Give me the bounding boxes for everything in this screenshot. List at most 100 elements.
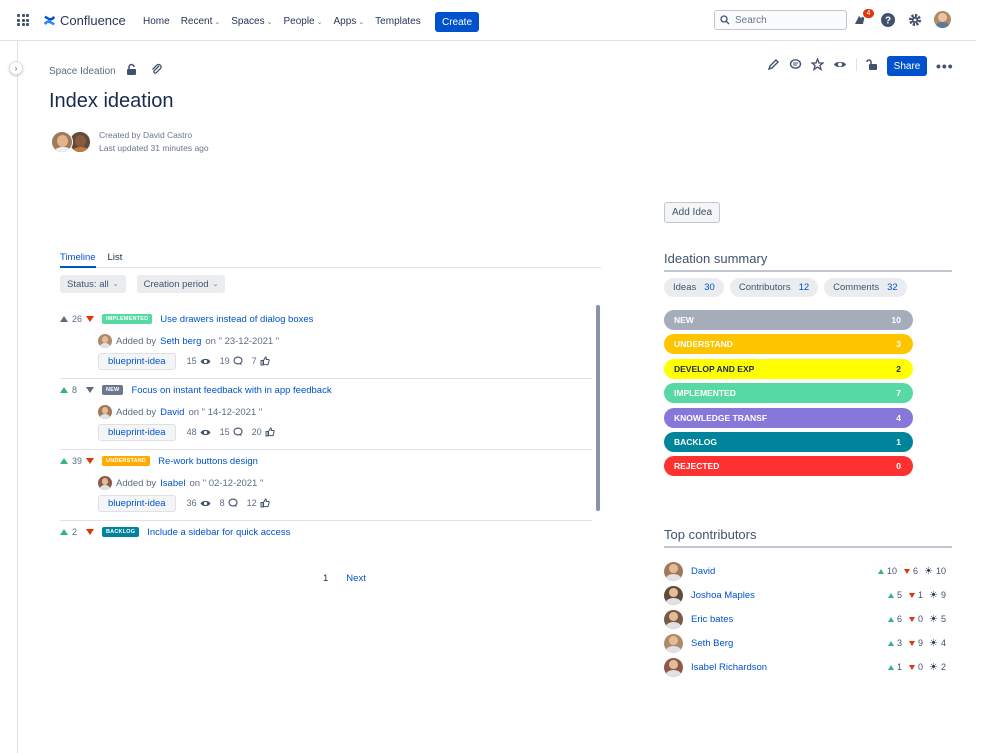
idea-stats: blueprint-idea 48 15 20 xyxy=(98,423,592,445)
author-avatar[interactable] xyxy=(98,334,112,348)
pill-label: Contributors xyxy=(738,282,791,293)
filter-dropdown[interactable]: Status: all ⌄ xyxy=(60,275,126,293)
app-name: Confluence xyxy=(60,13,126,28)
tab-list[interactable]: List xyxy=(108,252,123,268)
author-avatar[interactable] xyxy=(98,476,112,490)
author-link[interactable]: Isabel xyxy=(160,478,185,489)
status-bar[interactable]: NEW 10 xyxy=(664,310,913,330)
status-bar[interactable]: DEVELOP AND EXP 2 xyxy=(664,358,913,379)
label-tag[interactable]: blueprint-idea xyxy=(98,494,176,512)
upvote-arrow-icon[interactable] xyxy=(60,458,68,464)
nav-item-templates[interactable]: Templates xyxy=(375,16,421,27)
share-button[interactable]: Share xyxy=(887,56,927,76)
downvote-arrow-icon[interactable] xyxy=(86,458,95,464)
author-link[interactable]: David xyxy=(160,407,184,418)
contributor-avatar[interactable] xyxy=(664,657,683,677)
add-idea-button[interactable]: Add Idea xyxy=(664,202,720,223)
author-link[interactable]: Seth berg xyxy=(160,336,201,347)
status-bar[interactable]: IMPLEMENTED 7 xyxy=(664,383,913,404)
idea-title-link[interactable]: Re-work buttons design xyxy=(158,456,258,467)
breadcrumb-icons xyxy=(125,63,163,76)
restrictions-unlock-icon[interactable] xyxy=(866,58,879,71)
comment-bubble-icon xyxy=(228,498,238,508)
expand-sidebar-chevron-icon[interactable]: › xyxy=(9,61,23,75)
contributor-name-link[interactable]: Seth Berg xyxy=(691,638,884,649)
upvote-arrow-icon[interactable] xyxy=(60,387,68,393)
app-switcher-icon[interactable] xyxy=(17,14,29,26)
upvote-arrow-icon[interactable] xyxy=(60,529,68,535)
nav-item-spaces[interactable]: Spaces ⌄ xyxy=(231,16,272,27)
breadcrumb[interactable]: Space Ideation xyxy=(49,66,116,77)
create-button[interactable]: Create xyxy=(435,12,479,32)
idea-title-link[interactable]: Focus on instant feedback with in app fe… xyxy=(131,385,331,396)
contributor-stats: 6 0 ☀ 5 xyxy=(884,614,946,625)
settings-gear-icon[interactable] xyxy=(907,12,923,28)
idea-list: 26 IMPLEMENTED Use drawers instead of dial… xyxy=(60,308,592,543)
author-avatar[interactable] xyxy=(98,405,112,419)
contributor-avatar[interactable] xyxy=(664,561,683,581)
contributor-avatar[interactable] xyxy=(664,633,683,653)
status-bar[interactable]: REJECTED 0 xyxy=(664,456,913,477)
search-input[interactable]: Search xyxy=(714,10,847,30)
nav-item-label: Spaces xyxy=(231,16,265,27)
status-bar[interactable]: KNOWLEDGE TRANSF 4 xyxy=(664,407,913,428)
filter-dropdown[interactable]: Creation period ⌄ xyxy=(136,275,226,293)
contributor-avatar[interactable] xyxy=(664,585,683,605)
comments-count: 15 xyxy=(219,427,230,437)
status-bar[interactable]: UNDERSTAND 3 xyxy=(664,334,913,355)
contributor-avatar[interactable] xyxy=(664,609,683,629)
contributor-name-link[interactable]: Isabel Richardson xyxy=(691,662,884,673)
summary-pills: Ideas 30 Contributors 12 Comments 32 xyxy=(664,278,907,297)
current-page[interactable]: 1 xyxy=(323,573,328,584)
upvote-arrow-icon[interactable] xyxy=(60,316,68,322)
star-icon[interactable] xyxy=(811,58,824,71)
added-by-prefix: Added by xyxy=(116,477,157,489)
status-bar[interactable]: BACKLOG 1 xyxy=(664,431,913,452)
contributor-row: Joshoa Maples 5 1 ☀ 9 xyxy=(664,583,946,607)
status-label: NEW xyxy=(674,315,694,325)
user-avatar[interactable] xyxy=(934,11,951,28)
contributor-name-link[interactable]: Eric bates xyxy=(691,614,884,625)
unlock-icon[interactable] xyxy=(125,63,138,76)
nav-item-people[interactable]: People ⌄ xyxy=(283,16,322,27)
downvote-arrow-icon[interactable] xyxy=(86,529,94,535)
next-page-link[interactable]: Next xyxy=(346,573,366,584)
idea-stats: blueprint-idea 15 19 7 xyxy=(98,352,592,374)
search-icon xyxy=(720,15,730,25)
downvotes-count: 0 xyxy=(918,614,924,624)
downvote-arrow-icon[interactable] xyxy=(86,316,95,322)
comment-icon[interactable] xyxy=(789,58,802,71)
downvotes-count: 6 xyxy=(913,566,919,576)
comments-stat: 19 xyxy=(220,356,243,366)
nav-item-home[interactable]: Home xyxy=(143,16,170,27)
attachment-icon[interactable] xyxy=(150,63,163,76)
confluence-logo[interactable]: Confluence xyxy=(43,13,126,28)
label-tag[interactable]: blueprint-idea xyxy=(98,423,176,441)
status-label: IMPLEMENTED xyxy=(674,388,736,399)
edit-pencil-icon[interactable] xyxy=(767,58,780,71)
eye-icon xyxy=(200,429,211,435)
contributor-name-link[interactable]: David xyxy=(691,566,874,577)
idea-bulb-icon: ☀ xyxy=(929,661,938,673)
watch-eye-icon[interactable] xyxy=(833,58,847,71)
status-count: 3 xyxy=(896,339,901,350)
idea-title-link[interactable]: Include a sidebar for quick access xyxy=(147,527,290,538)
downvote-arrow-icon[interactable] xyxy=(86,387,94,393)
status-lozenge: BACKLOG xyxy=(102,527,140,537)
help-icon[interactable]: ? xyxy=(880,12,896,28)
nav-item-recent[interactable]: Recent ⌄ xyxy=(181,16,221,27)
contributor-name-link[interactable]: Joshoa Maples xyxy=(691,590,884,601)
upvotes-count: 1 xyxy=(896,662,902,672)
idea-title-link[interactable]: Use drawers instead of dialog boxes xyxy=(160,314,313,325)
primary-nav: Home Recent ⌄ Spaces ⌄ People ⌄ Apps ⌄ Templates xyxy=(143,16,432,27)
tab-timeline[interactable]: Timeline xyxy=(60,252,96,268)
contributors-list: David 10 6 ☀ 10 Joshoa Maples 5 1 ☀ 9 Eric bates 6 0… xyxy=(664,559,946,679)
author-avatar[interactable] xyxy=(51,131,73,153)
more-actions-icon[interactable]: ••• xyxy=(936,58,954,74)
added-date: on " 23-12-2021 " xyxy=(205,335,280,347)
label-tag[interactable]: blueprint-idea xyxy=(98,352,176,370)
nav-item-apps[interactable]: Apps ⌄ xyxy=(334,16,365,27)
thumbs-up-icon xyxy=(260,356,270,366)
list-scrollbar[interactable] xyxy=(596,305,600,511)
status-count: 4 xyxy=(896,412,901,423)
